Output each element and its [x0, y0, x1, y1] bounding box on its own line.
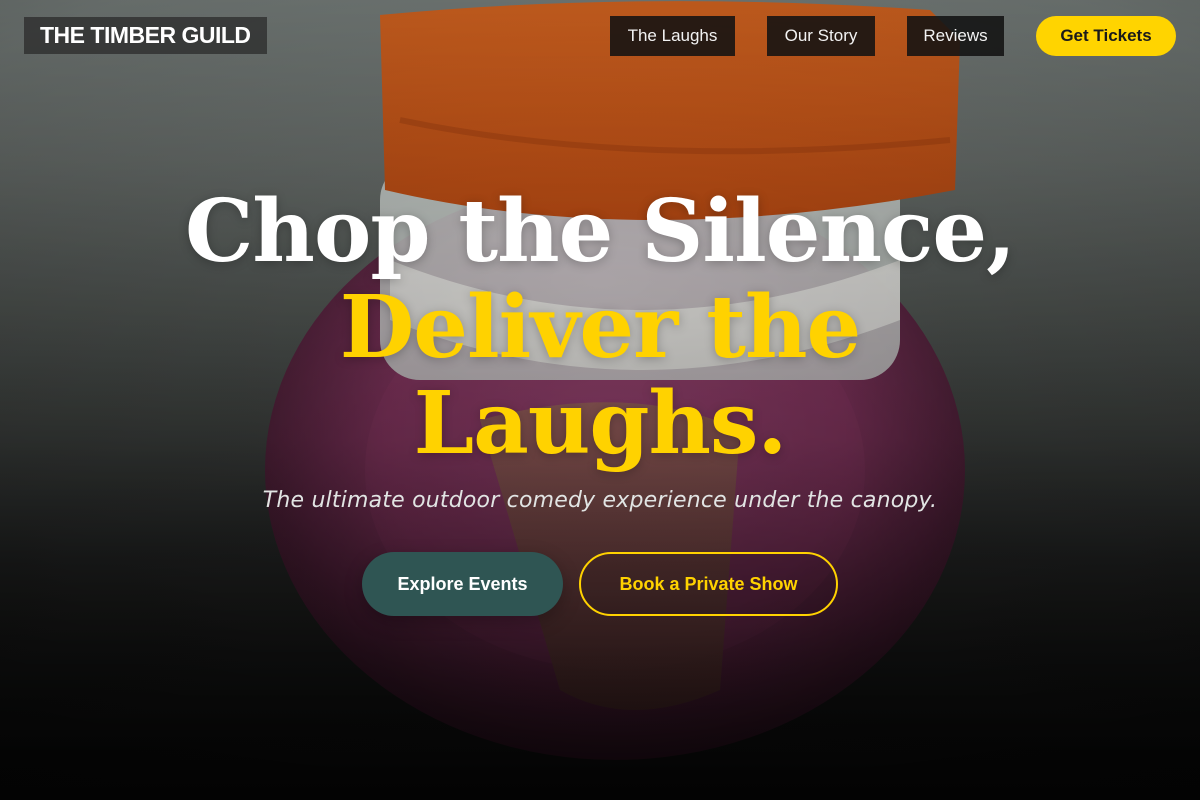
headline-line-2: Deliver the [339, 277, 862, 378]
top-navigation: The Laughs Our Story Reviews Get Tickets [0, 16, 1200, 56]
explore-events-button[interactable]: Explore Events [362, 552, 563, 616]
hero-headline: Chop the Silence, Deliver the Laughs. [0, 184, 1200, 472]
get-tickets-button[interactable]: Get Tickets [1036, 16, 1176, 56]
nav-link-our-story[interactable]: Our Story [767, 16, 875, 56]
hero-section: THE TIMBER GUILD The Laughs Our Story Re… [0, 0, 1200, 800]
headline-line-3: Laughs. [413, 373, 788, 474]
nav-link-reviews[interactable]: Reviews [907, 16, 1004, 56]
book-private-show-button[interactable]: Book a Private Show [579, 552, 838, 616]
headline-line-1: Chop the Silence, [184, 181, 1016, 282]
nav-link-the-laughs[interactable]: The Laughs [610, 16, 735, 56]
hero-subtitle: The ultimate outdoor comedy experience u… [262, 488, 938, 513]
